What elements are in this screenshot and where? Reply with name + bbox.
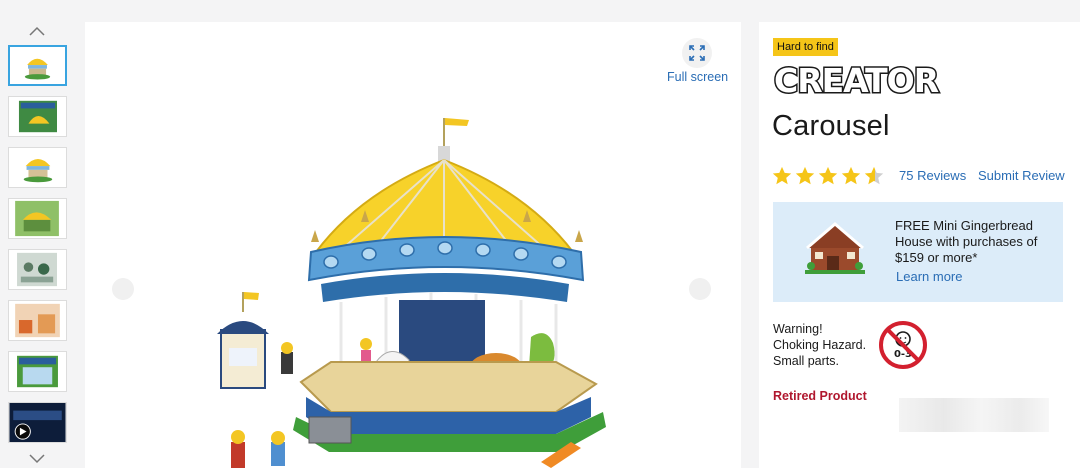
submit-review-link[interactable]: Submit Review — [978, 168, 1065, 183]
thumbnail-2[interactable] — [8, 96, 67, 137]
blurred-region — [899, 398, 1049, 432]
expand-icon — [682, 38, 712, 68]
choking-hazard-age-icon: 0-3 — [879, 321, 927, 369]
thumbnail-3[interactable] — [8, 147, 67, 188]
thumbnail-rail — [0, 20, 76, 468]
learn-more-link[interactable]: Learn more — [896, 269, 962, 284]
choking-hazard-warning: Warning! Choking Hazard. Small parts. — [773, 321, 873, 369]
retired-product-status: Retired Product — [773, 389, 867, 403]
warning-line-2: Choking Hazard. — [773, 338, 867, 352]
thumbnail-5[interactable] — [8, 249, 67, 290]
svg-text:CREATOR: CREATOR — [774, 62, 939, 98]
star-full-icon — [772, 166, 792, 185]
gingerbread-house-image — [805, 222, 865, 274]
product-page: Full screen Hard to find CREATOR Carouse… — [0, 0, 1080, 468]
thumbnail-4[interactable] — [8, 198, 67, 239]
warning-line-3: Small parts. — [773, 354, 839, 368]
thumbnail-6[interactable] — [8, 300, 67, 341]
creator-brand-logo: CREATOR — [773, 62, 942, 98]
promo-banner: FREE Mini Gingerbread House with purchas… — [773, 202, 1063, 302]
chevron-down-icon[interactable] — [27, 452, 47, 466]
star-full-icon — [841, 166, 861, 185]
fullscreen-button[interactable]: Full screen — [667, 38, 729, 84]
warning-line-1: Warning! — [773, 322, 823, 336]
fullscreen-label: Full screen — [667, 70, 729, 84]
product-details-panel: Hard to find CREATOR Carousel 75 Reviews… — [759, 22, 1080, 468]
star-half-icon — [864, 166, 884, 185]
carousel-product-image — [217, 118, 606, 468]
star-full-icon — [795, 166, 815, 185]
thumbnail-8-video[interactable] — [8, 402, 67, 443]
chevron-up-icon[interactable] — [27, 24, 47, 38]
thumbnail-1[interactable] — [8, 45, 67, 86]
next-image-button[interactable] — [689, 278, 711, 300]
product-title: Carousel — [772, 110, 890, 142]
star-rating — [771, 165, 885, 187]
previous-image-button[interactable] — [112, 278, 134, 300]
reviews-link[interactable]: 75 Reviews — [899, 168, 966, 183]
star-full-icon — [818, 166, 838, 185]
product-image-viewer: Full screen — [85, 22, 741, 468]
thumbnail-7[interactable] — [8, 351, 67, 392]
hard-to-find-badge: Hard to find — [773, 38, 838, 56]
promo-text: FREE Mini Gingerbread House with purchas… — [895, 218, 1038, 265]
